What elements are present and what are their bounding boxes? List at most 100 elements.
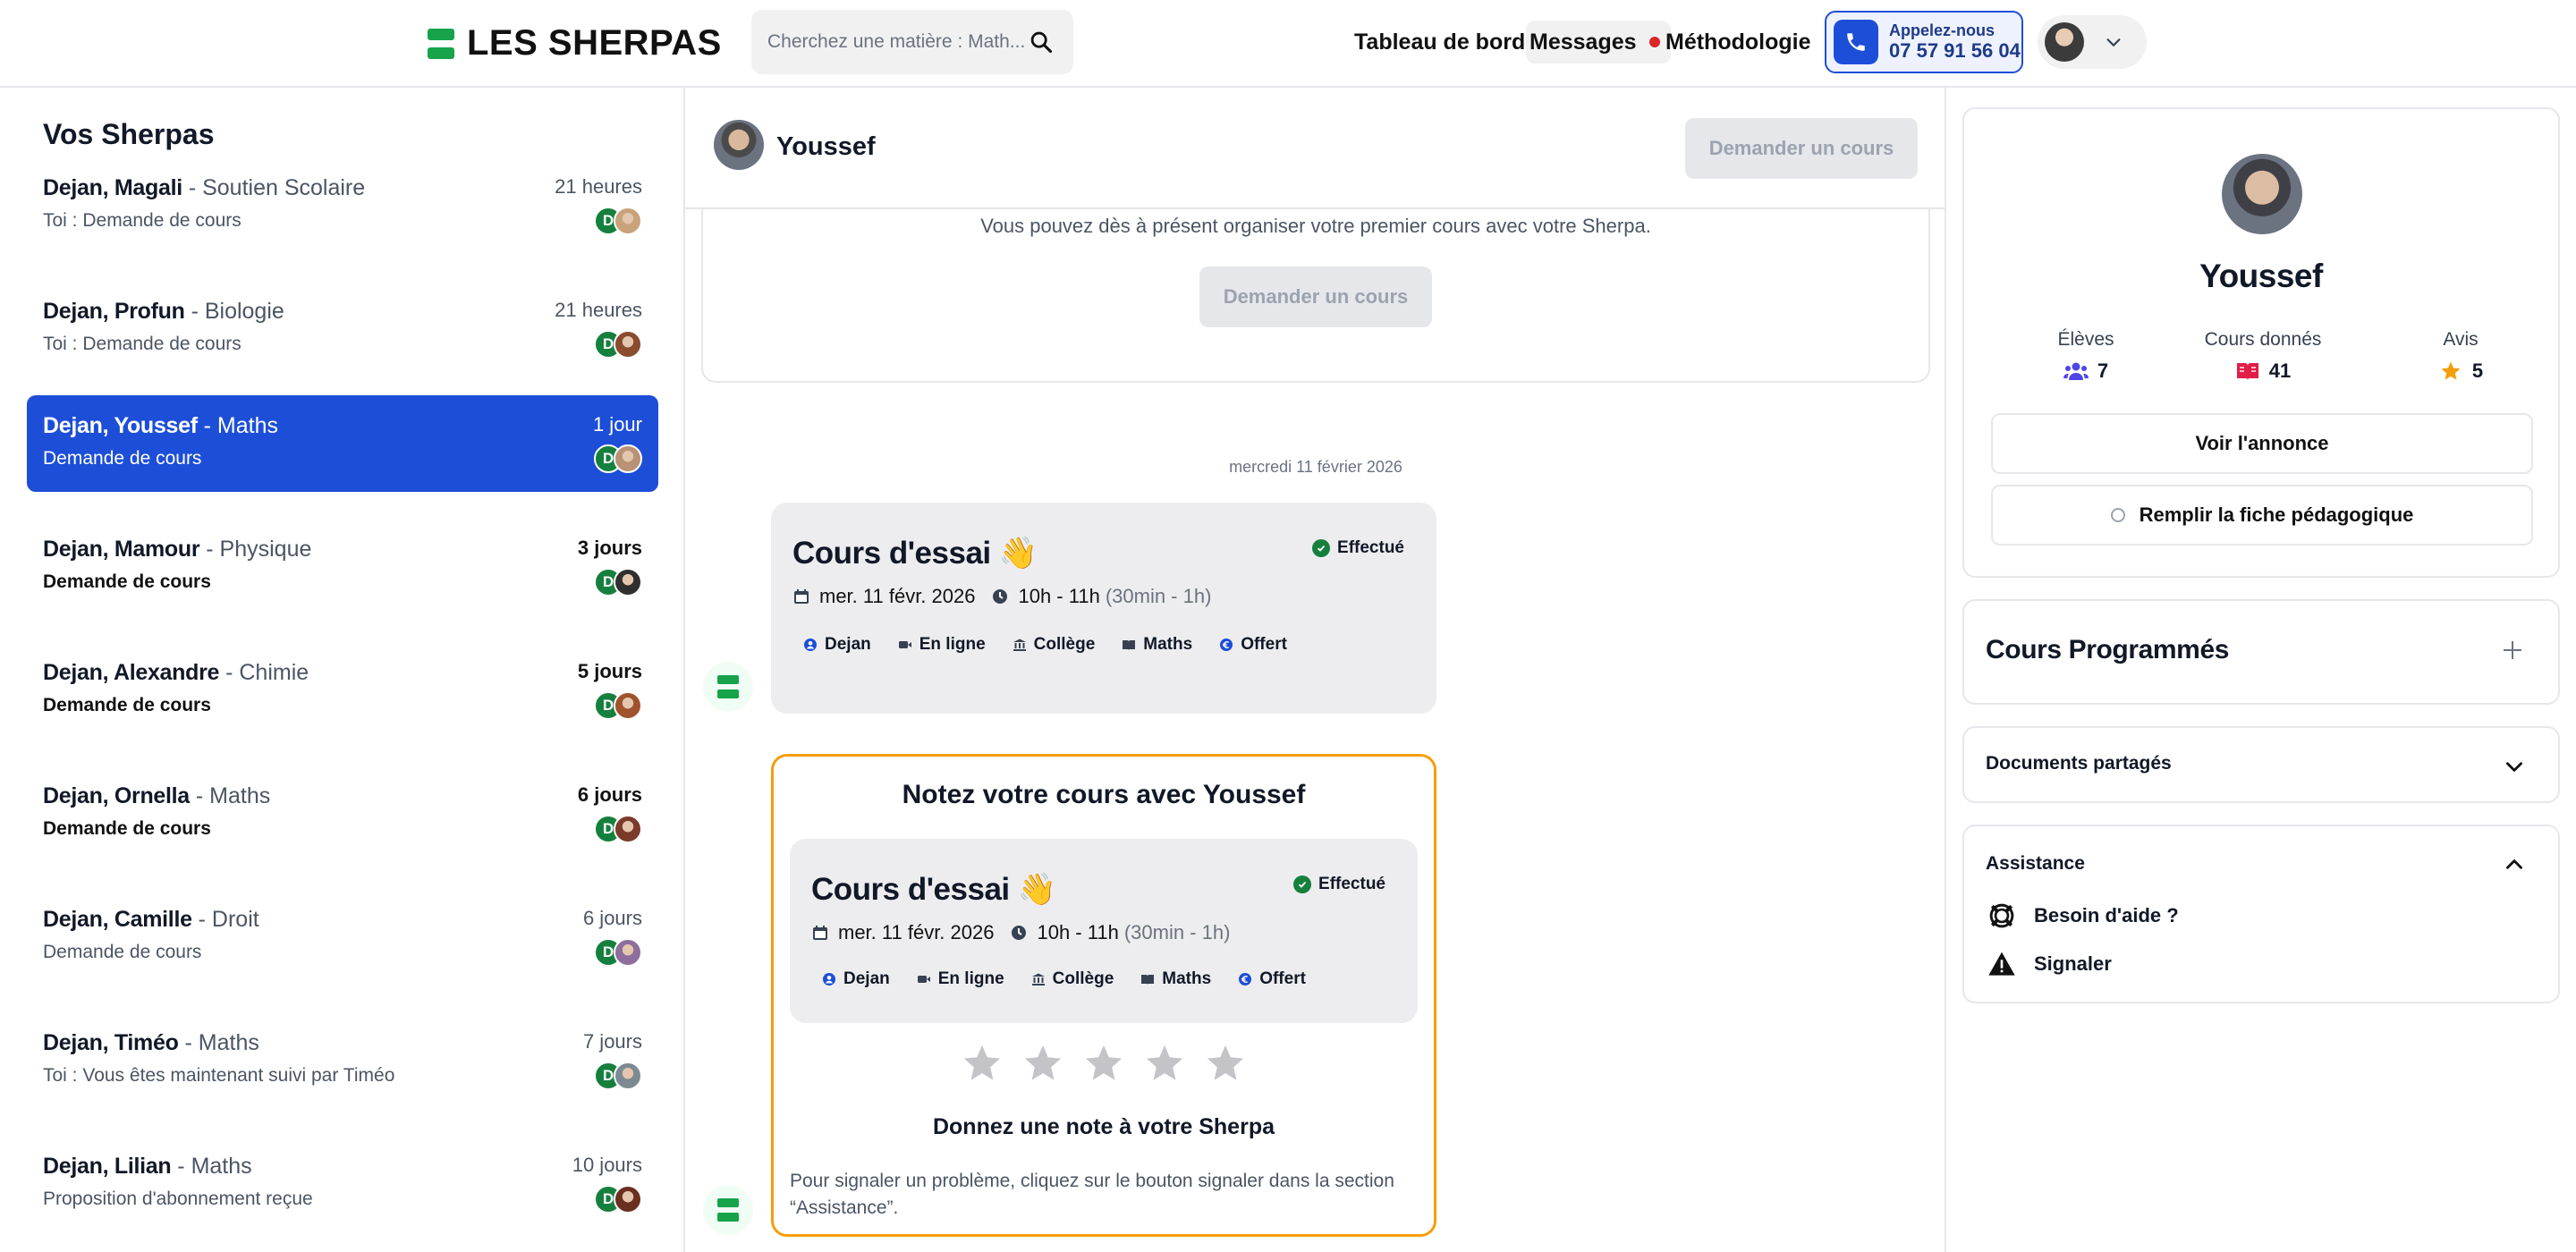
conversation-subject: - Physique [199,537,312,562]
conversation-time: 21 heures [555,299,642,321]
rating-star-icon[interactable] [1205,1043,1246,1084]
conversation-subject: - Droit [191,907,259,932]
avatar [614,938,642,967]
conversation-time: 3 jours [577,537,642,559]
conversation-item[interactable]: Dejan, Timéo - Maths 7 jours Toi : Vous êt… [27,1012,658,1109]
course-card[interactable]: Cours d'essai 👋 Effectué mer. 11 févr. 2… [771,503,1436,714]
fill-sheet-label: Remplir la fiche pédagogique [2139,503,2414,526]
date-separator: mercredi 11 février 2026 [1229,458,1402,476]
profile-card: Youssef Élèves 7 Cours donnés 41 Avis 5 … [1962,107,2560,578]
conversation-time: 21 heures [555,175,642,198]
course-duration: (30min - 1h) [1105,585,1212,607]
conversation-item[interactable]: Dejan, Lilian - Maths 10 jours Proposition… [27,1136,658,1232]
calendar-icon [794,589,809,604]
sidebar-title: Vos Sherpas [43,118,215,150]
book-open-icon [1141,975,1155,985]
logo[interactable]: LES SHERPAS [428,23,722,63]
shared-documents-title: Documents partagés [1986,753,2172,774]
logo-text: LES SHERPAS [467,23,722,63]
course-title: Cours d'essai 👋 [811,872,1056,907]
rating-subtitle: Donnez une note à votre Sherpa [932,1114,1275,1139]
help-link[interactable]: Besoin d'aide ? [1987,901,2179,930]
book-icon [2236,363,2258,380]
avatar [614,330,642,359]
request-course-button[interactable]: Demander un cours [1685,118,1918,179]
course-tag: En ligne [898,635,986,655]
conversation-item[interactable]: Dejan, Ornella - Maths 6 jours Demande de … [27,766,658,862]
notification-dot [1648,37,1660,47]
nav-messages[interactable]: Messages [1526,21,1671,63]
conversation-preview: Demande de cours [43,448,202,469]
status-text: Effectué [1318,875,1385,893]
scheduled-courses-title: Cours Programmés [1986,635,2230,664]
course-tag: Maths [1140,969,1211,989]
chevron-down-icon[interactable] [2503,755,2526,778]
course-tag: Maths [1122,635,1192,655]
course-tag: Offert [1238,969,1306,989]
user-icon [804,639,817,651]
search-box[interactable] [751,10,1073,74]
star-rating [774,1043,1434,1084]
plus-icon[interactable] [2499,637,2526,664]
rating-star-icon[interactable] [962,1043,1003,1084]
conversation-subject: - Maths [171,1154,252,1179]
calendar-icon [813,926,827,940]
conversation-item[interactable]: Dejan, Mamour - Physique 3 jours Demande d… [27,519,658,615]
conversation-item[interactable]: Dejan, Youssef - Maths 1 jour Demande de c… [27,395,658,492]
video-icon [917,976,930,983]
course-tag-label: En ligne [937,969,1004,988]
course-card-rating: Cours d'essai 👋 Effectué mer. 11 févr. 2… [790,839,1418,1023]
conversation-item[interactable]: Dejan, Magali - Soutien Scolaire 21 heure… [27,157,658,254]
conversation-name: Dejan, Alexandre [43,660,220,685]
clock-icon [993,589,1008,604]
conversation-name: Dejan, Magali [43,175,182,200]
shared-documents-panel[interactable]: Documents partagés [1962,726,2560,803]
avatar [614,1185,642,1214]
view-listing-button[interactable]: Voir l'annonce [1991,413,2533,474]
call-button[interactable]: Appelez-nous 07 57 91 56 04 [1825,11,2023,73]
warning-icon [1988,952,2015,976]
help-label: Besoin d'aide ? [2034,904,2179,926]
request-course-button-inline[interactable]: Demander un cours [1199,266,1432,327]
sherpas-logo-icon [428,28,454,59]
nav-messages-label: Messages [1530,29,1637,55]
avatar [614,568,642,596]
conversation-name: Dejan, Camille [43,907,192,932]
school-icon [1031,973,1045,986]
sherpas-bot-icon [703,662,753,712]
rating-box: Notez votre cours avec Youssef Cours d'e… [771,754,1436,1237]
course-tag-label: Offert [1259,969,1306,988]
conversation-preview: Proposition d'abonnement reçue [43,1189,313,1209]
scheduled-courses-panel[interactable]: Cours Programmés [1962,599,2560,705]
course-tag: En ligne [917,969,1004,989]
nav-dashboard[interactable]: Tableau de bord [1354,21,1525,63]
call-label: Appelez-nous [1889,21,1996,39]
report-link[interactable]: Signaler [1987,950,2112,978]
conversation-item[interactable]: Dejan, Profun - Biologie 21 heures Toi : D… [27,281,658,377]
course-title: Cours d'essai 👋 [792,536,1038,571]
search-input[interactable] [767,31,1027,53]
course-time: 10h - 11h [1037,921,1119,943]
conversation-item[interactable]: Dejan, Camille - Droit 6 jours Demande de … [27,889,658,986]
stat-reviews: Avis 5 [2411,329,2510,383]
fill-sheet-button[interactable]: Remplir la fiche pédagogique [1991,485,2533,546]
course-schedule: mer. 11 févr. 2026 10h - 11h (30min - 1h… [792,585,1211,608]
participant-avatars: D [594,1185,642,1214]
conversation-name: Dejan, Mamour [43,537,200,562]
search-icon[interactable] [1029,30,1054,55]
user-avatar [2045,22,2084,62]
nav-methodology[interactable]: Méthodologie [1665,21,1810,63]
stat-value: 7 [2097,360,2109,382]
user-icon [823,973,835,986]
participant-avatars: D [594,330,642,359]
conversation-time: 6 jours [577,783,642,806]
chevron-up-icon[interactable] [2503,853,2526,876]
check-icon [1312,539,1331,557]
conversation-item[interactable]: Dejan, Alexandre - Chimie 5 jours Demande … [27,642,658,739]
rating-star-icon[interactable] [1022,1043,1063,1084]
rating-star-icon[interactable] [1083,1043,1124,1084]
conversation-time: 6 jours [582,907,642,929]
rating-star-icon[interactable] [1144,1043,1185,1084]
user-menu[interactable] [2038,15,2147,69]
participant-avatars: D [594,815,642,843]
